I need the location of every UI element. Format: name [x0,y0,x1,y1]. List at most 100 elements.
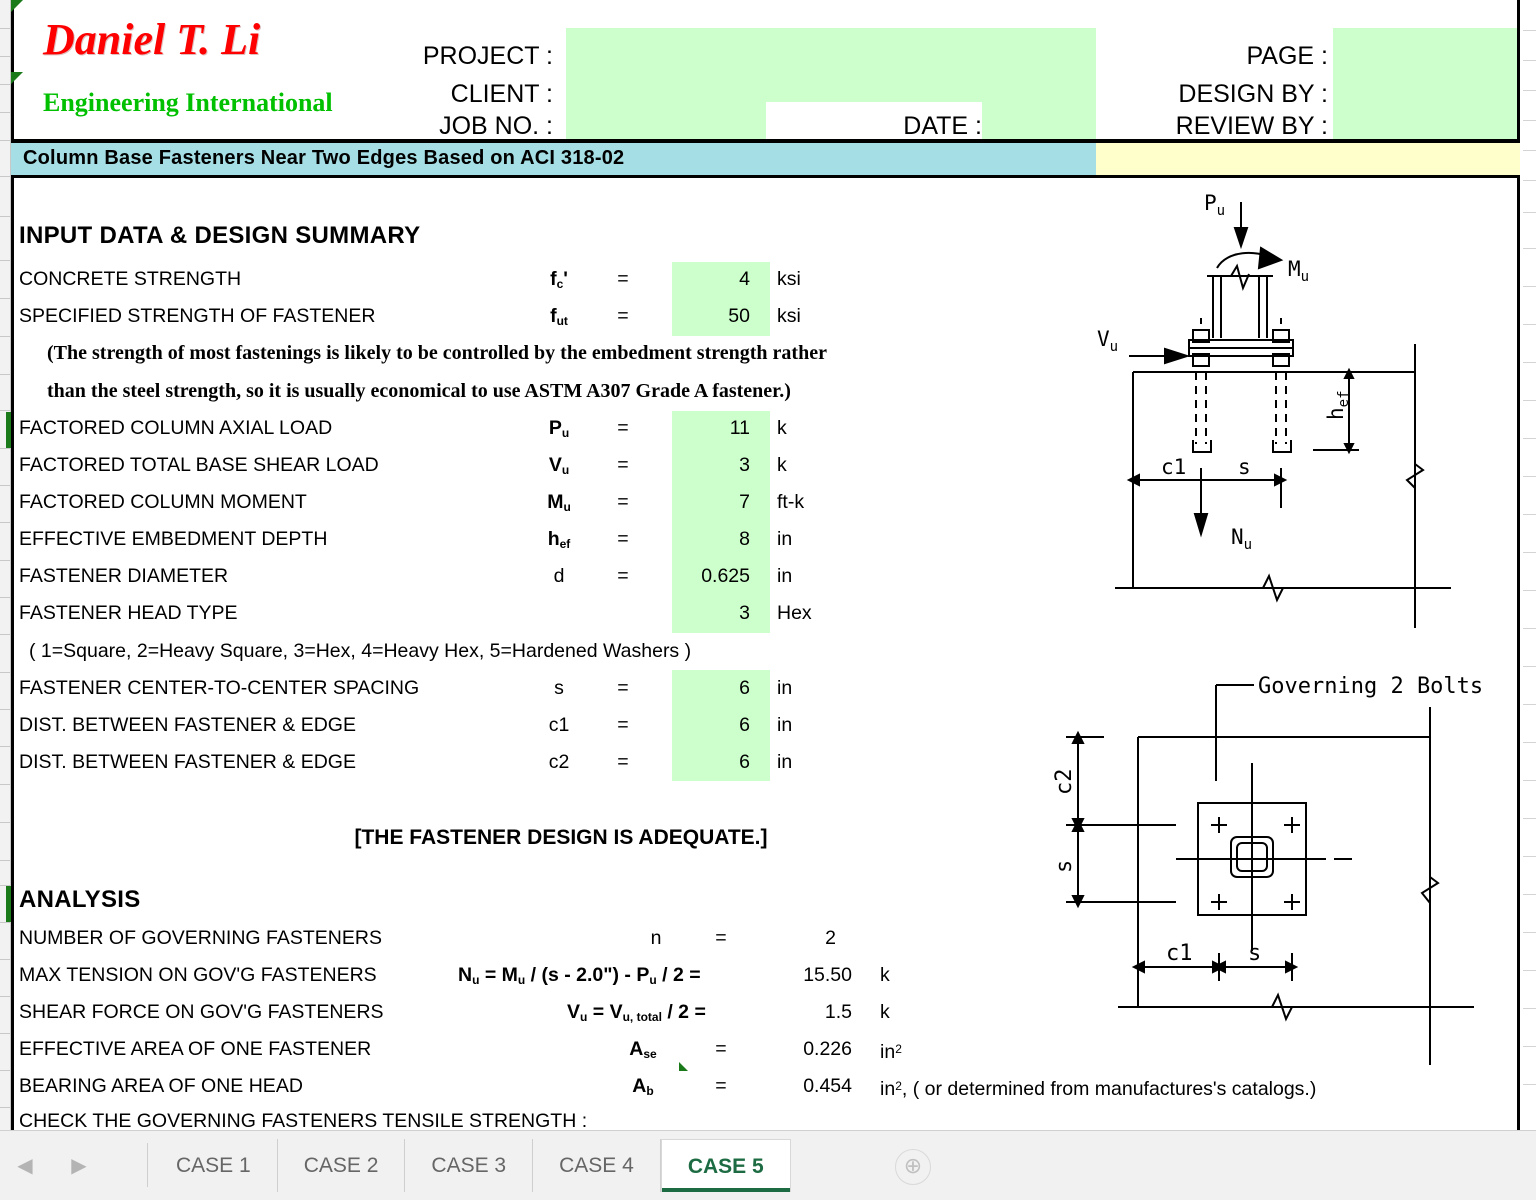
unit-head-type: Hex [777,602,812,624]
page-input-cell[interactable] [1333,28,1517,65]
value-fc[interactable]: 4 [672,269,750,290]
label-fastener-strength: SPECIFIED STRENGTH OF FASTENER [19,305,376,327]
value-pu[interactable]: 11 [672,418,750,439]
equals-c2: = [617,751,629,773]
symbol-d: d [553,565,565,587]
page-label: PAGE : [1246,42,1328,70]
symbol-ab: Ab [632,1075,654,1098]
unit-c1: in [777,714,793,736]
symbol-s: s [554,677,564,699]
company-logo-tagline: Engineering International [43,88,333,117]
project-input-cell[interactable] [566,28,1096,65]
label-axial-load: FACTORED COLUMN AXIAL LOAD [19,417,333,439]
symbol-vu: Vu [548,454,570,477]
label-vu: Vu [1097,327,1118,355]
worksheet-canvas[interactable]: Daniel T. Li Engineering International P… [11,0,1520,1130]
equals-d: = [617,565,629,587]
equals-vu: = [617,454,629,476]
design-verdict: [THE FASTENER DESIGN IS ADEQUATE.] [354,826,768,849]
label-s-vert-plan: s [1052,860,1077,873]
equals-ase: = [715,1038,727,1060]
sheet-tab-case-5[interactable]: CASE 5 [660,1139,791,1192]
unit-hef: in [777,528,793,550]
value-s[interactable]: 6 [672,678,750,699]
add-sheet-icon[interactable]: ⊕ [895,1149,931,1185]
label-nu: Nu [1231,525,1252,553]
title-block-header: Daniel T. Li Engineering International P… [11,0,1520,141]
sheet-tab-case-3[interactable]: CASE 3 [405,1139,534,1192]
label-pu: Pu [1204,191,1225,219]
equals-mu: = [617,491,629,513]
sheet-tab-case-1[interactable]: CASE 1 [150,1139,278,1192]
equals-fut: = [617,305,629,327]
label-concrete-strength: CONCRETE STRENGTH [19,268,242,290]
value-bearing-area: 0.454 [803,1075,852,1097]
cell-comment-triangle-1 [11,0,23,12]
plan-diagram: Governing 2 Bolts c2 s c1 s [1026,655,1517,1095]
sheet-tab-case-2[interactable]: CASE 2 [278,1139,406,1192]
value-shear-force: 1.5 [824,1001,852,1023]
value-n: 2 [825,927,836,949]
value-hef[interactable]: 8 [672,529,750,550]
value-c1[interactable]: 6 [672,715,750,736]
client-input-cell[interactable] [566,65,1096,102]
right-row-gutter [1523,0,1536,1130]
label-effective-area: EFFECTIVE AREA OF ONE FASTENER [19,1038,372,1060]
label-embedment-depth: EFFECTIVE EMBEDMENT DEPTH [19,528,328,550]
value-d[interactable]: 0.625 [672,566,750,587]
symbol-mu: Mu [547,491,571,514]
tabbar-divider [147,1143,148,1187]
label-s-horiz-plan: s [1248,941,1261,966]
prev-sheet-arrow-icon[interactable]: ◀ [14,1155,36,1177]
unit-fut: ksi [777,305,801,327]
title-bar-divider [11,175,1520,178]
sheet-tabs-list[interactable]: CASE 1 CASE 2 CASE 3 CASE 4 CASE 5 [150,1139,791,1192]
equals-n: = [715,927,727,949]
sheet-nav-arrows[interactable]: ◀ ▶ [8,1147,128,1185]
label-mu: Mu [1288,257,1309,285]
cell-comment-triangle-2 [11,72,23,84]
label-s-elev: s [1238,455,1251,479]
design-by-label: DESIGN BY : [1178,80,1328,108]
company-logo-name: Daniel T. Li [43,15,261,64]
design-by-input-cell[interactable] [1333,65,1517,102]
label-edge-dist-c1: DIST. BETWEEN FASTENER & EDGE [19,714,356,736]
value-effective-area: 0.226 [803,1038,852,1060]
label-column-moment: FACTORED COLUMN MOMENT [19,491,307,513]
page-title: Column Base Fasteners Near Two Edges Bas… [23,147,625,169]
value-c2[interactable]: 6 [672,752,750,773]
unit-shear-force: k [880,1001,890,1023]
next-sheet-arrow-icon[interactable]: ▶ [68,1155,90,1177]
unit-effective-area: in2 [880,1041,902,1063]
note-line-1: (The strength of most fastenings is like… [47,342,827,364]
equals-pu: = [617,417,629,439]
sheet-tab-bar[interactable]: ◀ ▶ CASE 1 CASE 2 CASE 3 CASE 4 CASE 5 ⊕ [0,1130,1536,1200]
head-type-legend: ( 1=Square, 2=Heavy Square, 3=Hex, 4=Hea… [29,640,692,662]
symbol-hef: hef [547,528,571,551]
job-no-input-cell[interactable] [566,102,766,139]
input-section-heading: INPUT DATA & DESIGN SUMMARY [19,222,421,249]
label-c1-elev: c1 [1161,455,1186,479]
symbol-fut: fut [550,305,568,328]
symbol-fc: fc' [550,268,568,291]
symbol-n: n [650,927,662,949]
label-hef: hef [1324,390,1352,420]
label-base-shear: FACTORED TOTAL BASE SHEAR LOAD [19,454,379,476]
value-vu[interactable]: 3 [672,455,750,476]
review-by-label: REVIEW BY : [1175,112,1328,140]
label-edge-dist-c2: DIST. BETWEEN FASTENER & EDGE [19,751,356,773]
elevation-diagram: Pu Mu Vu Nu c1 s hef [1081,188,1517,628]
sheet-tab-case-4[interactable]: CASE 4 [533,1139,661,1192]
label-number-fasteners: NUMBER OF GOVERNING FASTENERS [19,927,382,949]
label-head-type: FASTENER HEAD TYPE [19,602,238,624]
value-max-tension: 15.50 [803,964,852,986]
review-by-input-cell[interactable] [1333,102,1517,139]
label-bearing-area: BEARING AREA OF ONE HEAD [19,1075,303,1097]
equals-s: = [617,677,629,699]
equals-ab: = [715,1075,727,1097]
value-head-type[interactable]: 3 [672,603,750,624]
date-input-cell[interactable] [982,102,1096,139]
value-mu[interactable]: 7 [672,492,750,513]
value-fut[interactable]: 50 [672,306,750,327]
row-header-gutter[interactable] [0,0,11,1130]
